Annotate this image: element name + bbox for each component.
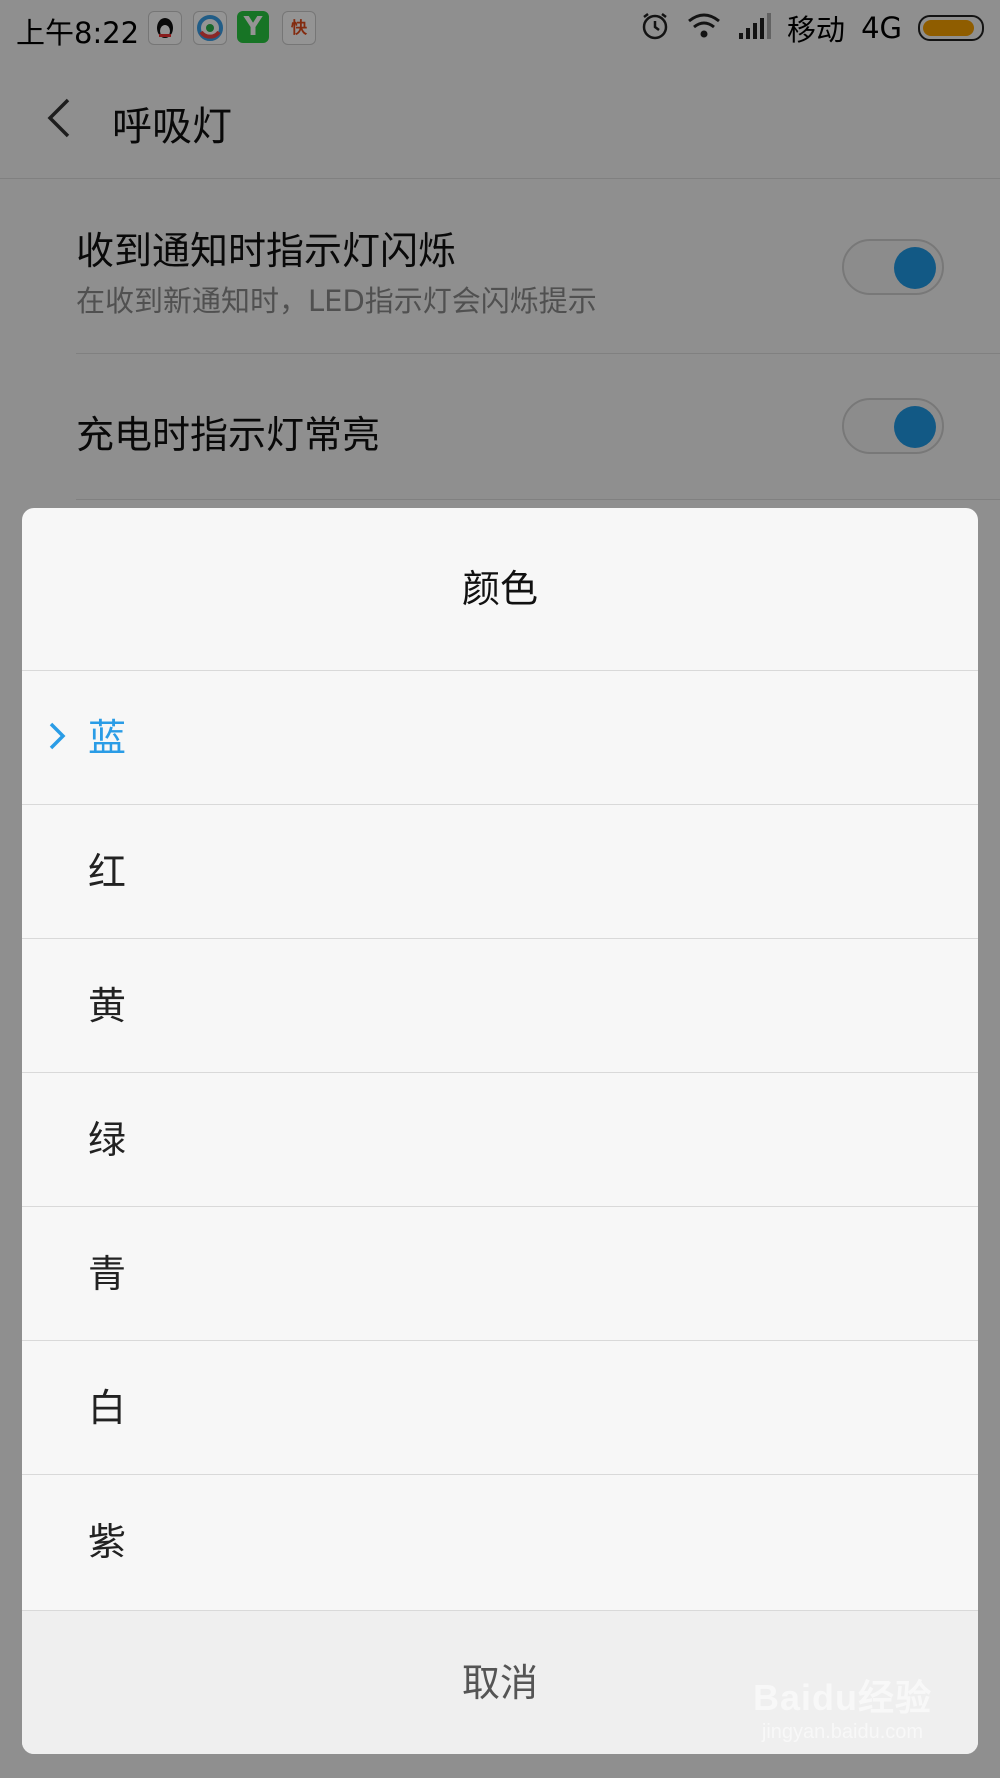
color-option-red[interactable]: 红 [22, 804, 978, 938]
baidu-watermark: Baidu经验 jingyan.baidu.com [753, 1669, 932, 1744]
option-label: 青 [88, 1252, 127, 1296]
chevron-right-icon [48, 721, 66, 751]
color-option-purple[interactable]: 紫 [22, 1474, 978, 1608]
color-option-green[interactable]: 绿 [22, 1072, 978, 1206]
watermark-logo: Baidu经验 [752, 1677, 932, 1718]
option-label: 黄 [88, 984, 127, 1028]
color-option-cyan[interactable]: 青 [22, 1206, 978, 1340]
color-picker-dialog: 颜色 蓝 红 黄 绿 青 白 紫 取消 [22, 508, 978, 1754]
option-label: 绿 [88, 1118, 127, 1162]
option-label: 白 [88, 1386, 127, 1430]
color-option-blue[interactable]: 蓝 [22, 670, 978, 804]
option-label: 紫 [88, 1520, 127, 1564]
color-option-white[interactable]: 白 [22, 1340, 978, 1474]
watermark-url: jingyan.baidu.com [761, 1721, 924, 1743]
option-label: 红 [88, 850, 127, 894]
color-option-yellow[interactable]: 黄 [22, 938, 978, 1072]
option-label: 蓝 [88, 716, 127, 760]
dialog-title: 颜色 [461, 567, 538, 611]
